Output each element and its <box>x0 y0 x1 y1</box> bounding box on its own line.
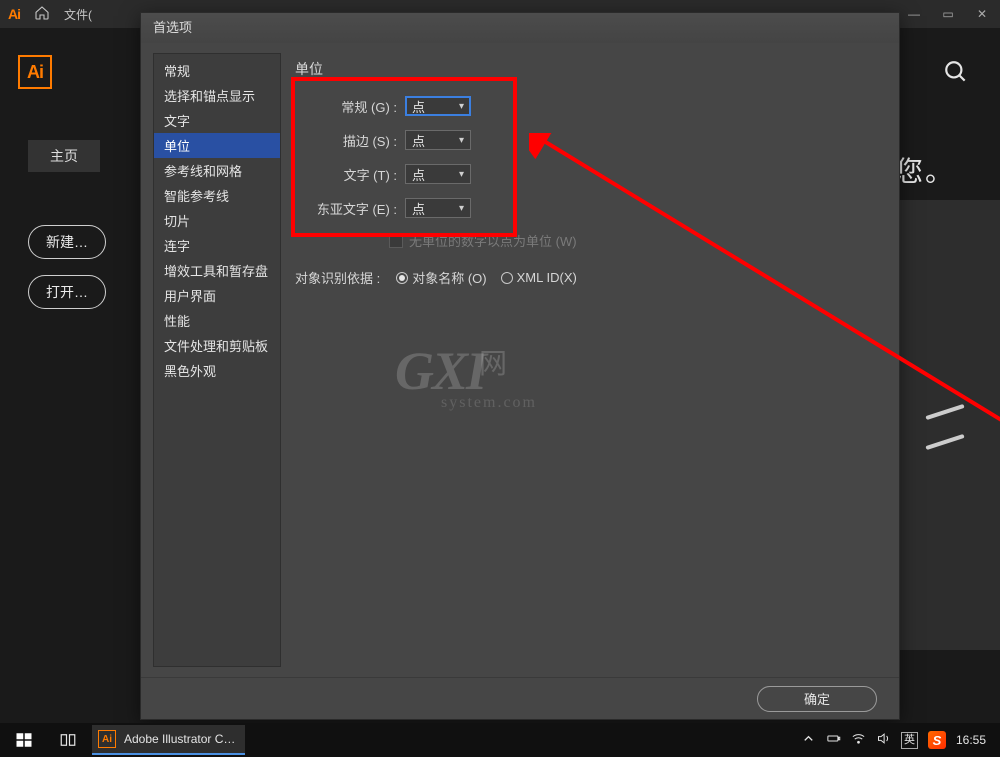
select-general-units[interactable]: 点▾ <box>405 96 471 116</box>
radio-xml-id[interactable]: XML ID(X) <box>501 270 577 285</box>
label-identify-by: 对象识别依据 : <box>295 268 380 287</box>
volume-icon[interactable] <box>876 731 891 749</box>
prefs-category-item[interactable]: 选择和锚点显示 <box>154 83 280 108</box>
prefs-category-item[interactable]: 文字 <box>154 108 280 133</box>
prefs-category-item[interactable]: 参考线和网格 <box>154 158 280 183</box>
chevron-down-icon: ▾ <box>459 169 464 180</box>
open-button[interactable]: 打开… <box>28 275 106 309</box>
ime-indicator[interactable]: 英 <box>901 732 918 749</box>
taskbar: Ai Adobe Illustrator C… 英 S 16:55 <box>0 723 1000 757</box>
search-icon[interactable] <box>934 50 978 94</box>
prefs-category-item[interactable]: 智能参考线 <box>154 183 280 208</box>
radio-object-name[interactable]: 对象名称 (O) <box>396 268 486 287</box>
label-type: 文字 (T) : <box>295 165 405 184</box>
sogou-ime-icon[interactable]: S <box>928 731 946 749</box>
prefs-category-item[interactable]: 性能 <box>154 308 280 333</box>
label-stroke: 描边 (S) : <box>295 131 405 150</box>
chevron-down-icon: ▾ <box>459 203 464 214</box>
clock[interactable]: 16:55 <box>956 733 986 747</box>
tray-up-icon[interactable] <box>801 731 816 749</box>
prefs-category-item[interactable]: 增效工具和暂存盘 <box>154 258 280 283</box>
start-button[interactable] <box>4 723 44 757</box>
dialog-title: 首选项 <box>141 13 899 43</box>
chevron-down-icon: ▾ <box>459 101 464 112</box>
home-icon[interactable] <box>34 5 50 24</box>
checkbox-icon <box>389 234 403 248</box>
select-east-asian-units[interactable]: 点▾ <box>405 198 471 218</box>
window-minimize-icon[interactable]: — <box>904 7 924 21</box>
prefs-category-item[interactable]: 黑色外观 <box>154 358 280 383</box>
app-logo: Ai <box>18 55 52 89</box>
prefs-category-item[interactable]: 用户界面 <box>154 283 280 308</box>
new-button[interactable]: 新建… <box>28 225 106 259</box>
wifi-icon[interactable] <box>851 731 866 749</box>
taskbar-app-illustrator[interactable]: Ai Adobe Illustrator C… <box>92 725 245 755</box>
menu-file[interactable]: 文件( <box>64 6 92 23</box>
battery-icon[interactable] <box>826 731 841 749</box>
welcome-fragment: 您。 <box>895 150 955 190</box>
home-tab[interactable]: 主页 <box>28 140 100 172</box>
radio-icon <box>501 272 513 284</box>
select-stroke-units[interactable]: 点▾ <box>405 130 471 150</box>
window-restore-icon[interactable]: ▭ <box>938 7 958 21</box>
taskbar-app-label: Adobe Illustrator C… <box>124 732 235 746</box>
checkbox-numbers-without-units: 无单位的数字以点为单位 (W) <box>389 231 881 250</box>
prefs-category-item[interactable]: 常规 <box>154 58 280 83</box>
ai-icon: Ai <box>98 730 116 748</box>
prefs-category-item[interactable]: 单位 <box>154 133 280 158</box>
prefs-category-item[interactable]: 连字 <box>154 233 280 258</box>
chevron-down-icon: ▾ <box>459 135 464 146</box>
preferences-dialog: 首选项 常规选择和锚点显示文字单位参考线和网格智能参考线切片连字增效工具和暂存盘… <box>140 12 900 720</box>
label-east-asian: 东亚文字 (E) : <box>295 199 405 218</box>
prefs-category-list[interactable]: 常规选择和锚点显示文字单位参考线和网格智能参考线切片连字增效工具和暂存盘用户界面… <box>153 53 281 667</box>
ok-button[interactable]: 确定 <box>757 686 877 712</box>
section-title: 单位 <box>295 57 881 79</box>
bg-panel <box>895 200 1000 650</box>
radio-icon <box>396 272 408 284</box>
label-general: 常规 (G) : <box>295 97 405 116</box>
app-brand-small: Ai <box>8 6 20 22</box>
task-view-icon[interactable] <box>48 723 88 757</box>
prefs-category-item[interactable]: 文件处理和剪贴板 <box>154 333 280 358</box>
prefs-category-item[interactable]: 切片 <box>154 208 280 233</box>
window-close-icon[interactable]: ✕ <box>972 7 992 21</box>
select-type-units[interactable]: 点▾ <box>405 164 471 184</box>
